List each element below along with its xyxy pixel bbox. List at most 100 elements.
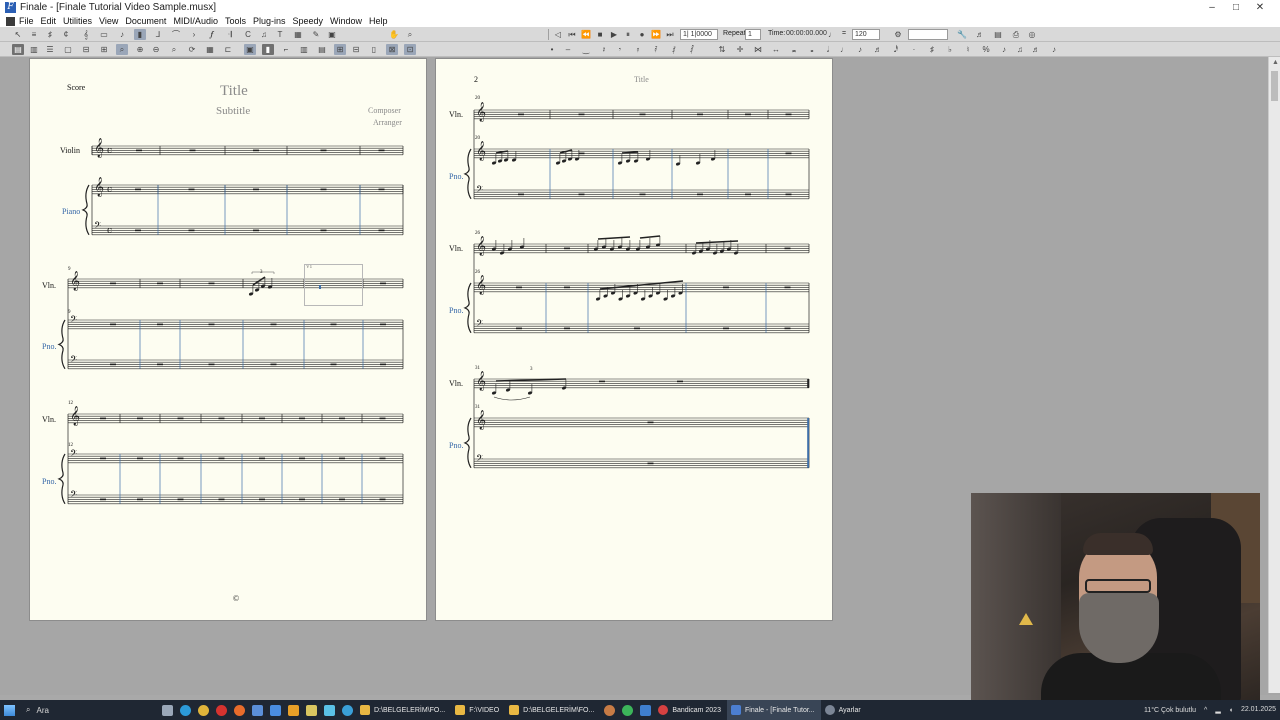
- zoom-out-icon[interactable]: ⊖: [150, 44, 162, 55]
- text-tool-icon[interactable]: T: [274, 29, 286, 40]
- chord-tool-icon[interactable]: C: [242, 29, 254, 40]
- speedy-cross-icon[interactable]: ✛: [734, 44, 746, 55]
- speedy-natural-icon[interactable]: ♮: [962, 44, 974, 55]
- hand-grabber-icon[interactable]: ✋: [388, 29, 400, 40]
- lock-icon[interactable]: ▮: [262, 44, 274, 55]
- task-view-icon[interactable]: [158, 700, 176, 720]
- menu-document[interactable]: Document: [125, 16, 166, 26]
- telegram-icon[interactable]: [338, 700, 356, 720]
- speedy-dash-icon[interactable]: –: [562, 44, 574, 55]
- vertical-scrollbar[interactable]: ▲: [1268, 57, 1280, 693]
- calculator-icon[interactable]: [266, 700, 284, 720]
- close-button[interactable]: ✕: [1248, 0, 1272, 15]
- repeat-tool-icon[interactable]: 𝄇: [224, 29, 236, 40]
- simple-entry-tool-icon[interactable]: ♪: [116, 29, 128, 40]
- speedy-32nd-icon[interactable]: 𝅘𝅥𝅰: [890, 44, 902, 55]
- menu-midi-audio[interactable]: MIDI/Audio: [173, 16, 218, 26]
- speedy-16th-rest-icon[interactable]: 𝄿: [632, 44, 644, 55]
- taskbar-app-bandicam[interactable]: Bandicam 2023: [654, 700, 727, 720]
- measure-counter-field[interactable]: 1| 1|0000: [680, 29, 718, 40]
- messenger-icon[interactable]: [320, 700, 338, 720]
- zoom-icon-2[interactable]: ⌕: [168, 44, 180, 55]
- tray-chevron-icon[interactable]: ^: [1204, 707, 1207, 714]
- score-page-1[interactable]: 𝄞 c 𝄞 c 𝄢 c 𝄞 𝄢 𝄢 𝄞 𝄢 𝄢 Score Title Subtitle Compos…: [29, 58, 427, 621]
- page-layout-tool-icon[interactable]: ▣: [326, 29, 338, 40]
- measure-tool-icon[interactable]: ▭: [98, 29, 110, 40]
- taskbar-app-folder-3[interactable]: D:\BELGELERİM\FO...: [505, 700, 600, 720]
- speedy-64th-rest-icon[interactable]: 𝅁: [668, 44, 680, 55]
- graphics-tool-icon[interactable]: ▦: [292, 29, 304, 40]
- taskbar-search[interactable]: ⌕ Ara: [18, 700, 158, 720]
- mixer-icon[interactable]: ♬: [974, 29, 986, 40]
- speedy-eighth-rest-icon[interactable]: 𝄾: [614, 44, 626, 55]
- speedy-break-beam-icon[interactable]: ♬: [1030, 44, 1042, 55]
- chrome-icon[interactable]: [194, 700, 212, 720]
- menu-window[interactable]: Window: [330, 16, 362, 26]
- key-signature-tool-icon[interactable]: ♯: [44, 29, 56, 40]
- clef-tool-icon[interactable]: 𝄞: [80, 29, 92, 40]
- taskbar-app-folder-1[interactable]: D:\BELGELERİM\FO...: [356, 700, 451, 720]
- speedy-enharmonic-icon[interactable]: ⋈: [752, 44, 764, 55]
- whatsapp-icon[interactable]: [618, 700, 636, 720]
- arranger-text[interactable]: Arranger: [373, 118, 402, 127]
- page-icon[interactable]: ▢: [62, 44, 74, 55]
- document-menu-icon[interactable]: [6, 16, 15, 26]
- rewind-icon[interactable]: ◁: [552, 29, 564, 40]
- menu-plug-ins[interactable]: Plug-ins: [253, 16, 286, 26]
- measure-selection-box[interactable]: [304, 264, 363, 306]
- fit-width-icon[interactable]: ⊟: [80, 44, 92, 55]
- clock-date[interactable]: 22.01.2025: [1241, 706, 1276, 714]
- speedy-sharp-icon[interactable]: ♯: [926, 44, 938, 55]
- volume-icon[interactable]: ◖: [1229, 707, 1233, 714]
- stop-icon[interactable]: ■: [594, 29, 606, 40]
- menu-utilities[interactable]: Utilities: [63, 16, 92, 26]
- speedy-grace-icon[interactable]: ♪: [998, 44, 1010, 55]
- print-icon[interactable]: ⎙: [1010, 29, 1022, 40]
- media-player-icon[interactable]: [284, 700, 302, 720]
- speedy-eighth-icon[interactable]: ♪: [854, 44, 866, 55]
- composer-text[interactable]: Composer: [368, 106, 401, 115]
- speedy-percent-icon[interactable]: %: [980, 44, 992, 55]
- notes-icon[interactable]: [302, 700, 320, 720]
- taskbar-app-folder-2[interactable]: F:\VIDEO: [451, 700, 505, 720]
- selection-tool-icon[interactable]: ↖: [12, 29, 24, 40]
- layer-3-icon[interactable]: ▥: [298, 44, 310, 55]
- blank-doc-icon[interactable]: ▯: [368, 44, 380, 55]
- view-mode-scroll-icon[interactable]: ▥: [28, 44, 40, 55]
- speedy-tie-icon[interactable]: ‿: [580, 44, 592, 55]
- speedy-rest-icon[interactable]: 𝄽: [598, 44, 610, 55]
- record-icon[interactable]: ●: [636, 29, 648, 40]
- tempo-field[interactable]: 120: [852, 29, 880, 40]
- tuplet-tool-icon[interactable]: ⅃: [152, 29, 164, 40]
- menu-help[interactable]: Help: [369, 16, 388, 26]
- scroll-up-icon[interactable]: ▲: [1272, 59, 1279, 66]
- menu-file[interactable]: File: [19, 16, 34, 26]
- firefox-icon[interactable]: [230, 700, 248, 720]
- phone-link-icon[interactable]: [636, 700, 654, 720]
- expression-tool-icon[interactable]: 𝆑: [206, 29, 218, 40]
- smart-shape-tool-icon[interactable]: ⌒: [170, 29, 182, 40]
- speedy-16th-icon[interactable]: ♬: [872, 44, 884, 55]
- weather-widget[interactable]: 11°C Çok bulutlu: [1144, 707, 1196, 714]
- view-mode-page-icon[interactable]: ▤: [12, 44, 24, 55]
- score-title[interactable]: Title: [220, 83, 248, 100]
- speedy-note-icon[interactable]: ♪: [1048, 44, 1060, 55]
- taskbar-app-settings[interactable]: Ayarlar: [821, 700, 867, 720]
- window-icon-2[interactable]: ⊡: [404, 44, 416, 55]
- edge-icon[interactable]: [176, 700, 194, 720]
- minimize-button[interactable]: –: [1200, 0, 1224, 15]
- zoom-icon[interactable]: ⌕: [404, 29, 416, 40]
- speedy-32nd-rest-icon[interactable]: 𝅀: [650, 44, 662, 55]
- step-forward-icon[interactable]: ⏩: [650, 29, 662, 40]
- speedy-dot-icon[interactable]: •: [546, 44, 558, 55]
- store-icon[interactable]: [248, 700, 266, 720]
- taskbar-app-finale[interactable]: Finale - [Finale Tutor...: [726, 700, 821, 720]
- speedy-breve-icon[interactable]: 𝅜: [788, 44, 800, 55]
- parts-icon[interactable]: ⊞: [334, 44, 346, 55]
- playback-blank-field[interactable]: [908, 29, 948, 40]
- pause-icon[interactable]: ⏸: [622, 29, 634, 40]
- staff-tool-icon[interactable]: ≡: [28, 29, 40, 40]
- fast-forward-icon[interactable]: ⏭: [664, 29, 676, 40]
- menu-view[interactable]: View: [99, 16, 118, 26]
- show-grid-icon[interactable]: ▦: [204, 44, 216, 55]
